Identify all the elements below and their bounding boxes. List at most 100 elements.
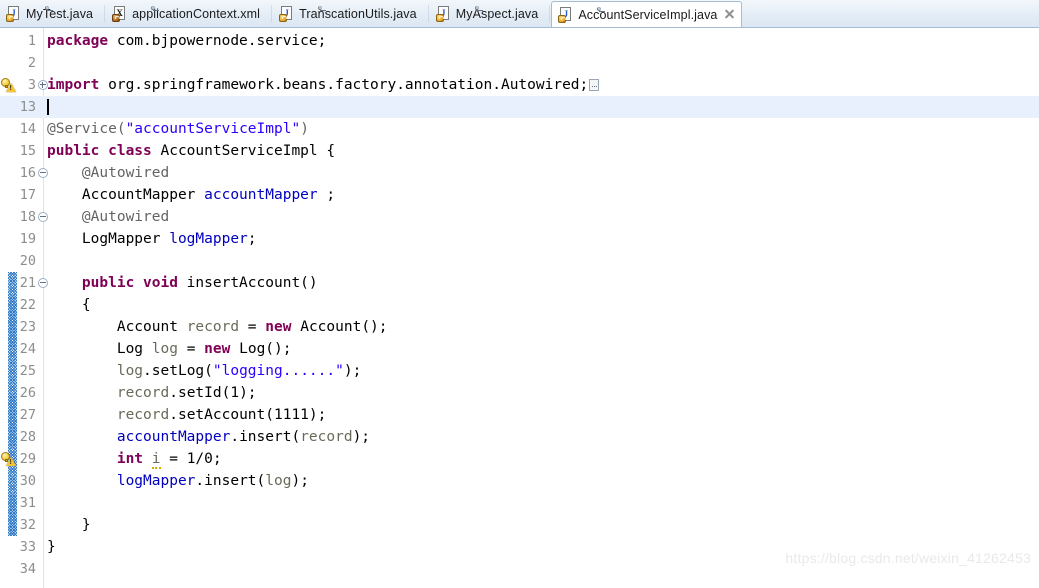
code-token: public void bbox=[81, 275, 178, 291]
code-line-text[interactable]: { bbox=[47, 294, 1039, 316]
code-token: insertAccount() bbox=[177, 275, 318, 291]
code-line-row[interactable]: 17 AccountMapper accountMapper ; bbox=[0, 184, 1039, 206]
code-line-text[interactable]: record.setAccount(1111); bbox=[47, 404, 1039, 426]
code-token: Log(); bbox=[230, 341, 292, 357]
code-line-text[interactable] bbox=[47, 52, 1039, 74]
line-number: 2 bbox=[27, 55, 36, 71]
code-token: AccountMapper bbox=[47, 187, 205, 203]
editor-tab-label: MyAspect.java bbox=[455, 6, 539, 21]
code-line-text[interactable] bbox=[47, 96, 1039, 118]
code-line-text[interactable]: Account record = new Account(); bbox=[47, 316, 1039, 338]
code-line-text[interactable]: @Autowired bbox=[47, 206, 1039, 228]
code-line-row[interactable]: 16 @Autowired bbox=[0, 162, 1039, 184]
code-token: ) bbox=[300, 121, 309, 137]
tab-separator bbox=[104, 5, 106, 22]
text-caret bbox=[47, 99, 49, 115]
line-number: 28 bbox=[19, 429, 36, 445]
editor-tab-2[interactable]: J TranscationUtils.java bbox=[273, 0, 427, 27]
code-line-row[interactable]: 23 Account record = new Account(); bbox=[0, 316, 1039, 338]
code-line-row[interactable]: 29 int i = 1/0; bbox=[0, 448, 1039, 470]
code-line-row[interactable]: 3 import org.springframework.beans.factor… bbox=[0, 74, 1039, 96]
code-line-text[interactable]: int i = 1/0; bbox=[47, 448, 1039, 470]
code-token: .insert( bbox=[195, 473, 266, 489]
editor-tab-0[interactable]: J MyTest.java bbox=[0, 0, 103, 27]
tab-separator bbox=[549, 5, 551, 22]
code-line-row[interactable]: 2 bbox=[0, 52, 1039, 74]
code-token: .setAccount(1111); bbox=[169, 407, 327, 423]
code-line-text[interactable]: public void insertAccount() bbox=[47, 272, 1039, 294]
code-line-text[interactable]: package com.bjpowernode.service; bbox=[47, 30, 1039, 52]
line-number: 32 bbox=[19, 517, 36, 533]
code-line-row[interactable]: 1 package com.bjpowernode.service; bbox=[0, 30, 1039, 52]
editor-tab-4[interactable]: J AccountServiceImpl.java bbox=[551, 1, 743, 27]
code-line-row[interactable]: 21 public void insertAccount() bbox=[0, 272, 1039, 294]
close-icon[interactable] bbox=[724, 9, 735, 20]
code-token: "logging......" bbox=[212, 363, 344, 379]
code-token: log bbox=[265, 473, 292, 489]
code-line-row[interactable]: 19 LogMapper logMapper; bbox=[0, 228, 1039, 250]
code-token: Log bbox=[47, 341, 152, 357]
code-token: { bbox=[47, 297, 91, 313]
collapsed-code-box-icon[interactable] bbox=[589, 79, 600, 91]
code-line-text[interactable]: public class AccountServiceImpl { bbox=[47, 140, 1039, 162]
code-token: LogMapper bbox=[47, 231, 170, 247]
code-line-row[interactable]: 15 public class AccountServiceImpl { bbox=[0, 140, 1039, 162]
code-line-text[interactable]: AccountMapper accountMapper ; bbox=[47, 184, 1039, 206]
code-token: record bbox=[300, 429, 353, 445]
code-line-row[interactable]: 28 accountMapper.insert(record); bbox=[0, 426, 1039, 448]
code-line-row[interactable]: 30 logMapper.insert(log); bbox=[0, 470, 1039, 492]
java-file-icon: J bbox=[435, 6, 483, 22]
line-number: 23 bbox=[19, 319, 36, 335]
line-number: 34 bbox=[19, 561, 36, 577]
code-line-row[interactable]: 24 Log log = new Log(); bbox=[0, 338, 1039, 360]
code-line-row[interactable]: 25 log.setLog("logging......"); bbox=[0, 360, 1039, 382]
editor-tab-1[interactable]: XapplicationContext.xml bbox=[106, 0, 270, 27]
code-line-text[interactable]: LogMapper logMapper; bbox=[47, 228, 1039, 250]
editor-tab-label: MyTest.java bbox=[26, 6, 94, 21]
code-line-text[interactable] bbox=[47, 250, 1039, 272]
code-line-text[interactable]: record.setId(1); bbox=[47, 382, 1039, 404]
code-line-row[interactable]: 14 @Service("accountServiceImpl") bbox=[0, 118, 1039, 140]
code-line-row[interactable]: 22 { bbox=[0, 294, 1039, 316]
code-token: record bbox=[186, 319, 240, 335]
code-line-row[interactable]: 26 record.setId(1); bbox=[0, 382, 1039, 404]
code-line-text[interactable]: @Service("accountServiceImpl") bbox=[47, 118, 1039, 140]
java-file-icon: J bbox=[279, 6, 327, 22]
code-token: accountMapper bbox=[204, 187, 318, 203]
editor-tab-3[interactable]: J MyAspect.java bbox=[430, 0, 549, 27]
code-token: log bbox=[151, 341, 178, 357]
code-line-text[interactable]: logMapper.insert(log); bbox=[47, 470, 1039, 492]
java-file-icon: J bbox=[6, 6, 53, 22]
code-line-row[interactable]: 31 bbox=[0, 492, 1039, 514]
code-line-text[interactable]: import org.springframework.beans.factory… bbox=[47, 74, 1039, 96]
code-token: ); bbox=[291, 473, 309, 489]
line-number: 29 bbox=[19, 451, 36, 467]
code-token: Account bbox=[47, 319, 187, 335]
code-line-row[interactable]: 32 } bbox=[0, 514, 1039, 536]
code-line-row[interactable]: 18 @Autowired bbox=[0, 206, 1039, 228]
java-source-editor[interactable]: 1package com.bjpowernode.service;23impor… bbox=[0, 28, 1039, 588]
code-line-row[interactable]: 20 bbox=[0, 250, 1039, 272]
code-line-text[interactable] bbox=[47, 492, 1039, 514]
tab-separator bbox=[271, 5, 273, 22]
code-token: .setLog( bbox=[143, 363, 213, 379]
eclipse-editor-window: J MyTest.java XapplicationContext.xml J Tran… bbox=[0, 0, 1039, 588]
code-line-row[interactable]: 27 record.setAccount(1111); bbox=[0, 404, 1039, 426]
code-token: = bbox=[239, 319, 266, 335]
editor-tab-bar: J MyTest.java XapplicationContext.xml J Tran… bbox=[0, 0, 1039, 28]
code-text-area[interactable]: 1 package com.bjpowernode.service; 2 3 impor… bbox=[0, 28, 1039, 588]
code-line-row[interactable]: 13 bbox=[0, 96, 1039, 118]
code-token: new bbox=[265, 319, 292, 335]
code-line-text[interactable]: Log log = new Log(); bbox=[47, 338, 1039, 360]
code-token: AccountServiceImpl { bbox=[151, 143, 336, 159]
code-line-text[interactable]: } bbox=[47, 514, 1039, 536]
line-number: 13 bbox=[19, 99, 36, 115]
code-line-text[interactable]: accountMapper.insert(record); bbox=[47, 426, 1039, 448]
code-line-text[interactable]: log.setLog("logging......"); bbox=[47, 360, 1039, 382]
code-token: logMapper bbox=[116, 473, 196, 489]
code-line-text[interactable]: @Autowired bbox=[47, 162, 1039, 184]
